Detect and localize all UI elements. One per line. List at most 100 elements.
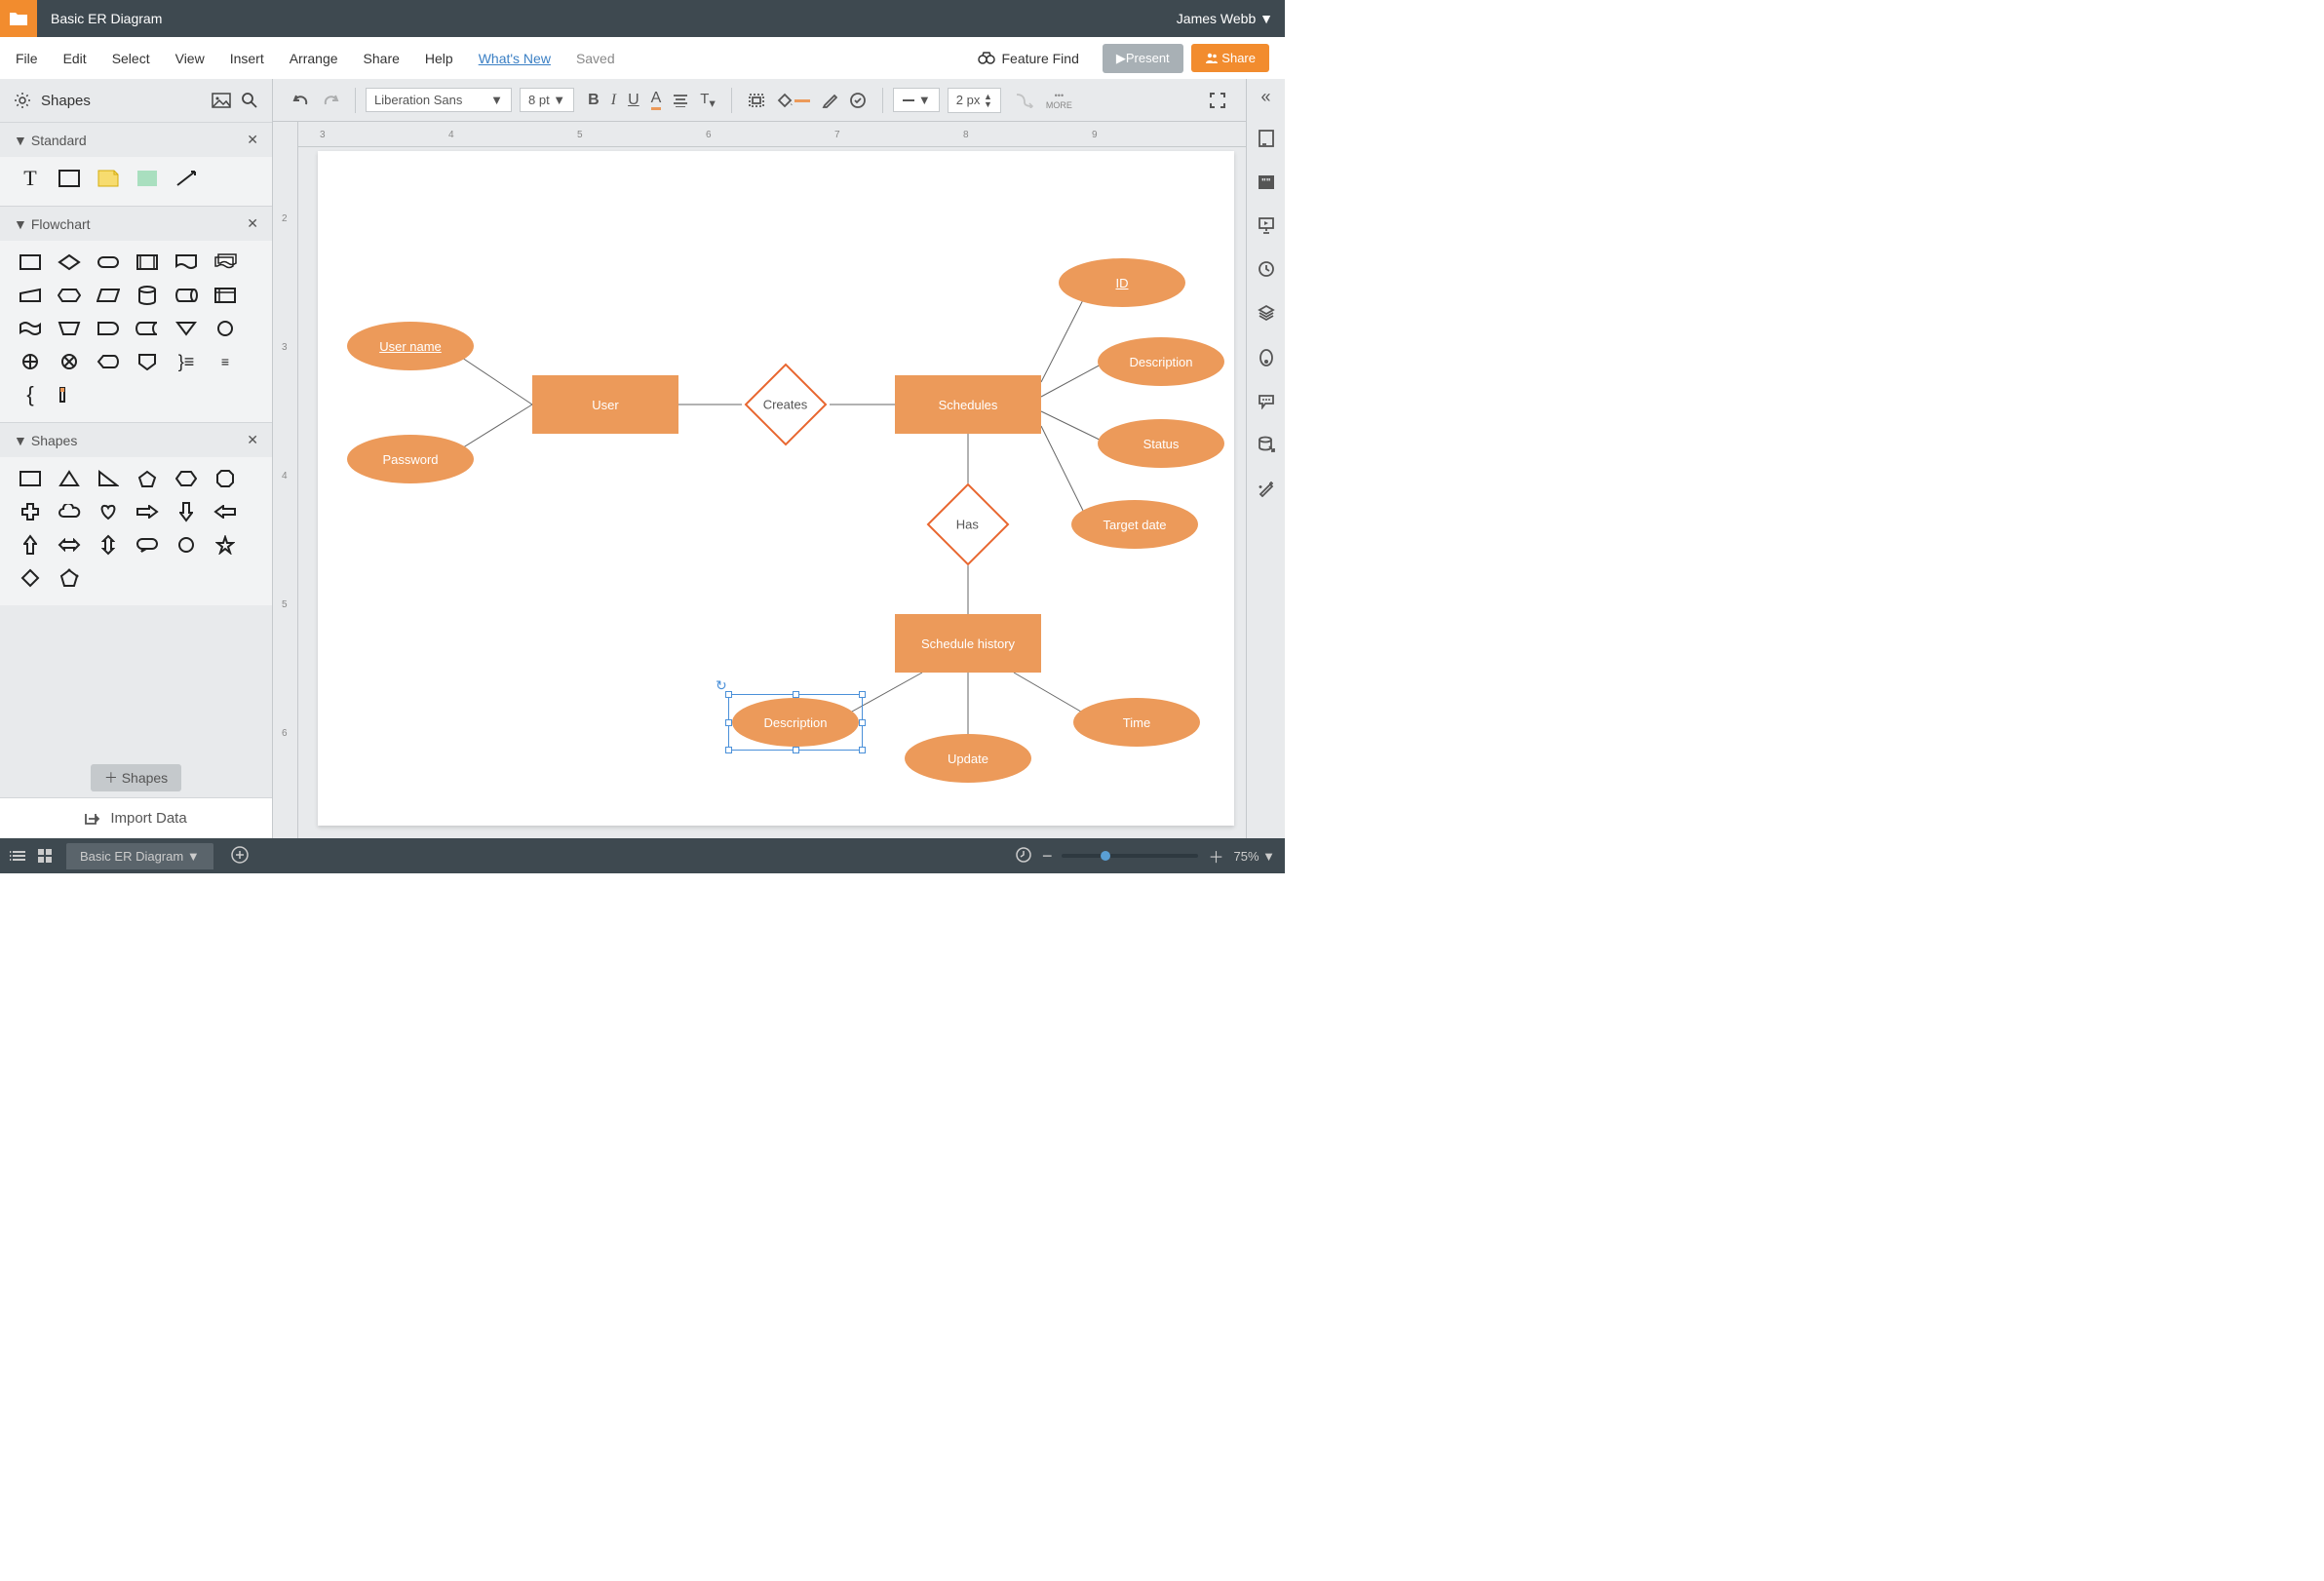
dock-data-icon[interactable] [1258, 436, 1275, 458]
shape-rectangle[interactable] [16, 467, 45, 490]
zoom-out-button[interactable]: − [1042, 846, 1053, 867]
sync-icon[interactable] [1015, 846, 1032, 867]
more-button[interactable]: •••MORE [1040, 87, 1078, 114]
dock-page-icon[interactable] [1258, 129, 1275, 153]
shape-text[interactable]: T [16, 167, 45, 190]
grid-view-icon[interactable] [37, 848, 53, 864]
shape-note[interactable] [94, 167, 123, 190]
menu-select[interactable]: Select [112, 51, 150, 66]
fill-button[interactable] [771, 89, 816, 112]
image-icon[interactable] [212, 93, 231, 108]
shape-offpage[interactable] [133, 350, 162, 373]
shape-terminator[interactable] [94, 251, 123, 274]
dock-paint-icon[interactable] [1259, 348, 1274, 372]
app-logo[interactable] [0, 0, 37, 37]
entity-user[interactable]: User [532, 375, 678, 434]
shape-arrow-right[interactable] [133, 500, 162, 523]
shape-document[interactable] [172, 251, 201, 274]
shape-connector[interactable] [211, 317, 240, 340]
attr-description[interactable]: Description [1098, 337, 1224, 386]
shape-style-button[interactable] [843, 88, 872, 113]
shape-data[interactable] [94, 284, 123, 307]
shape-storeddata[interactable] [133, 317, 162, 340]
panel-head-flowchart[interactable]: ▼ Flowchart✕ [0, 206, 272, 241]
shape-arrow-lr[interactable] [55, 533, 84, 557]
shape-internalstorage[interactable] [211, 284, 240, 307]
attr-description-hist[interactable]: Description [732, 698, 859, 747]
import-data-button[interactable]: Import Data [0, 797, 272, 838]
share-button[interactable]: Share [1191, 44, 1269, 72]
zoom-slider[interactable] [1062, 854, 1198, 858]
menu-insert[interactable]: Insert [230, 51, 264, 66]
line-width-select[interactable]: 2 px ▲▼ [948, 88, 1001, 113]
menu-help[interactable]: Help [425, 51, 453, 66]
italic-button[interactable]: I [605, 88, 622, 113]
add-page-button[interactable] [231, 846, 249, 867]
line-style-select[interactable]: ▼ [893, 88, 940, 112]
text-color-button[interactable]: A [645, 86, 668, 114]
close-icon[interactable]: ✕ [247, 132, 258, 148]
zoom-level[interactable]: 75% ▼ [1233, 849, 1275, 864]
shape-triangle-iso[interactable] [55, 467, 84, 490]
bold-button[interactable]: B [582, 88, 605, 113]
user-menu[interactable]: James Webb ▼ [1177, 11, 1273, 26]
shape-triangle-right[interactable] [94, 467, 123, 490]
shape-pentagon[interactable] [133, 467, 162, 490]
shape-summing[interactable] [55, 350, 84, 373]
shape-merge[interactable] [172, 317, 201, 340]
list-view-icon[interactable] [10, 849, 27, 863]
menu-edit[interactable]: Edit [63, 51, 87, 66]
dock-history-icon[interactable] [1258, 260, 1275, 283]
shape-manualinput[interactable] [16, 284, 45, 307]
shape-cloud[interactable] [55, 500, 84, 523]
shape-arrow-up[interactable] [16, 533, 45, 557]
dock-comment-icon[interactable] [1258, 394, 1275, 414]
shape-polygon[interactable] [55, 566, 84, 590]
shape-papertape[interactable] [16, 317, 45, 340]
shape-decision[interactable] [55, 251, 84, 274]
attr-status[interactable]: Status [1098, 419, 1224, 468]
feature-find-button[interactable]: Feature Find [978, 51, 1078, 66]
shape-hotspot[interactable] [133, 167, 162, 190]
shape-arrow-down[interactable] [172, 500, 201, 523]
shape-multidoc[interactable] [211, 251, 240, 274]
shape-arrow-ud[interactable] [94, 533, 123, 557]
line-end-button[interactable] [1009, 89, 1040, 112]
menu-share[interactable]: Share [364, 51, 400, 66]
attr-password[interactable]: Password [347, 435, 474, 483]
search-icon[interactable] [241, 92, 258, 109]
menu-view[interactable]: View [175, 51, 205, 66]
shape-hexagon[interactable] [172, 467, 201, 490]
shape-arrow-left-block[interactable] [211, 500, 240, 523]
dock-magic-icon[interactable] [1258, 480, 1275, 502]
dock-present-icon[interactable] [1258, 216, 1275, 239]
shape-directdata[interactable] [172, 284, 201, 307]
document-title[interactable]: Basic ER Diagram [51, 11, 1177, 26]
menu-file[interactable]: File [16, 51, 38, 66]
shape-brace-r[interactable]: }≡ [172, 350, 201, 373]
shape-block[interactable] [55, 167, 84, 190]
shape-swimlane[interactable] [55, 383, 84, 406]
panel-head-standard[interactable]: ▼ Standard✕ [0, 122, 272, 157]
shape-fit-button[interactable] [742, 89, 771, 112]
attr-id[interactable]: ID [1059, 258, 1185, 307]
shape-predefined[interactable] [133, 251, 162, 274]
page[interactable]: User name Password User Creates Schedule… [318, 151, 1234, 826]
dock-layers-icon[interactable] [1258, 304, 1275, 327]
fullscreen-button[interactable] [1203, 88, 1232, 113]
shape-line[interactable] [172, 167, 201, 190]
page-tab[interactable]: Basic ER Diagram ▼ [66, 843, 213, 869]
shape-display[interactable] [94, 350, 123, 373]
menu-arrange[interactable]: Arrange [290, 51, 338, 66]
shape-process[interactable] [16, 251, 45, 274]
font-family-select[interactable]: Liberation Sans▼ [366, 88, 512, 112]
redo-button[interactable] [316, 90, 345, 111]
shape-octagon[interactable] [211, 467, 240, 490]
zoom-in-button[interactable]: ＋ [1208, 844, 1223, 868]
shape-star[interactable] [211, 533, 240, 557]
close-icon[interactable]: ✕ [247, 432, 258, 448]
shape-circle[interactable] [172, 533, 201, 557]
attr-update[interactable]: Update [905, 734, 1031, 783]
canvas[interactable]: User name Password User Creates Schedule… [298, 147, 1246, 838]
dock-quote-icon[interactable]: "" [1258, 174, 1275, 195]
